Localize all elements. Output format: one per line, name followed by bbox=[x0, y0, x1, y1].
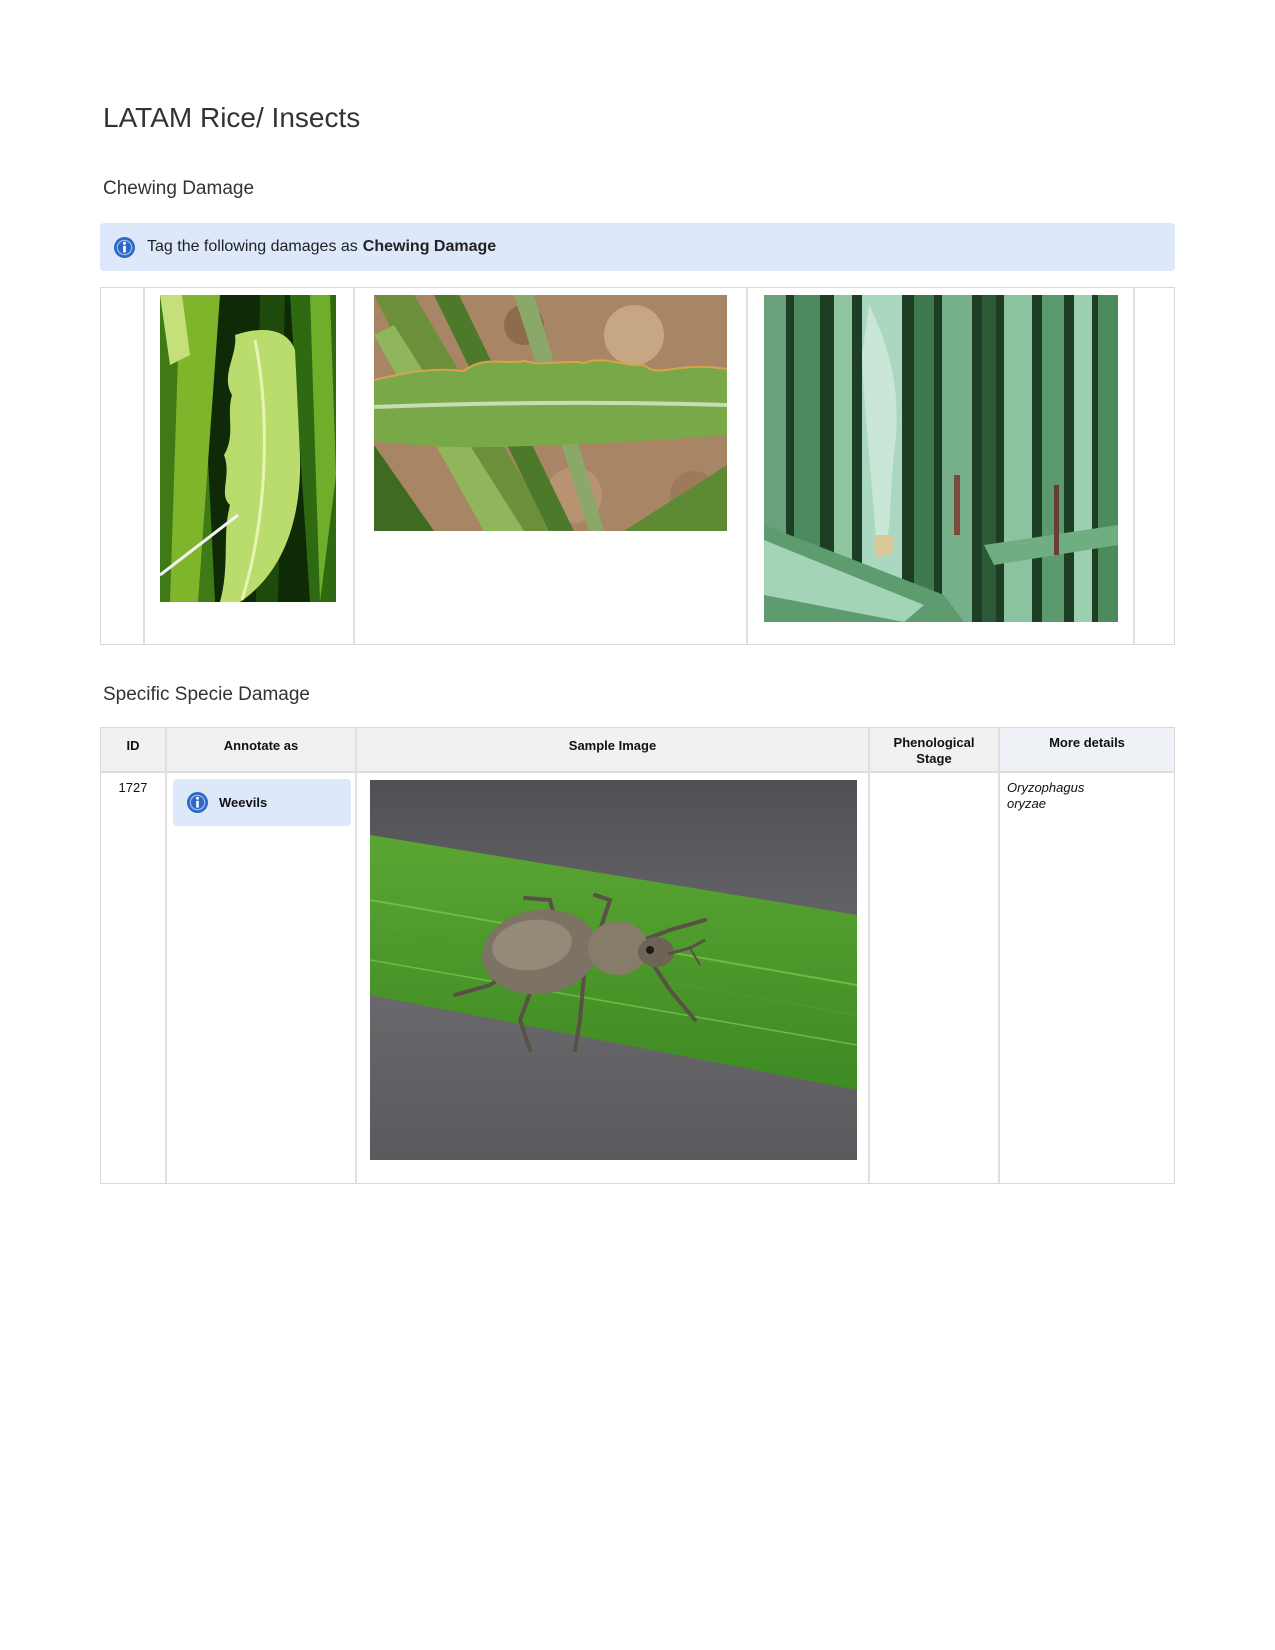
image-cell bbox=[355, 288, 748, 644]
header-id: ID bbox=[101, 728, 167, 771]
table-header-row: ID Annotate as Sample Image Phenological… bbox=[101, 728, 1174, 773]
empty-cell bbox=[101, 288, 145, 644]
chewed-leaf-photo-2 bbox=[374, 295, 727, 531]
info-icon bbox=[114, 236, 135, 258]
empty-cell bbox=[1135, 288, 1174, 644]
header-more-details: More details bbox=[1000, 728, 1174, 771]
header-phen-line1: Phenological bbox=[893, 735, 975, 750]
species-table: ID Annotate as Sample Image Phenological… bbox=[100, 727, 1175, 1184]
header-phenological-stage: Phenological Stage bbox=[870, 728, 1000, 771]
row-phenological-stage bbox=[870, 773, 1000, 1183]
page-title: LATAM Rice/ Insects bbox=[103, 102, 361, 133]
section-title-species: Specific Specie Damage bbox=[103, 684, 310, 705]
row-id: 1727 bbox=[101, 773, 167, 1183]
chewed-stem-photo-3 bbox=[764, 295, 1118, 622]
banner-emphasis: Chewing Damage bbox=[362, 238, 497, 255]
row-sample-image-cell bbox=[357, 773, 870, 1183]
header-annotate-as: Annotate as bbox=[167, 728, 357, 771]
annotate-label: Weevils bbox=[219, 795, 268, 810]
annotate-badge: Weevils bbox=[173, 779, 351, 826]
header-sample-image: Sample Image bbox=[357, 728, 870, 771]
section-title-chewing: Chewing Damage bbox=[103, 178, 255, 199]
weevil-photo bbox=[370, 780, 857, 1160]
image-cell bbox=[145, 288, 355, 644]
details-line1: Oryzophagus bbox=[1007, 780, 1085, 795]
info-banner: Tag the following damages as Chewing Dam… bbox=[100, 223, 1175, 271]
header-phen-line2: Stage bbox=[916, 751, 952, 766]
chewed-leaf-photo-1 bbox=[160, 295, 336, 602]
details-line2: oryzae bbox=[1007, 796, 1047, 811]
info-icon bbox=[187, 792, 208, 813]
chewing-image-table bbox=[100, 287, 1175, 645]
image-cell bbox=[748, 288, 1135, 644]
row-more-details: Oryzophagus oryzae bbox=[1000, 773, 1174, 1183]
table-row: 1727 Weevils Oryzophagus oryzae bbox=[101, 773, 1174, 1183]
row-annotate-cell: Weevils bbox=[167, 773, 357, 1183]
banner-text: Tag the following damages as bbox=[147, 238, 358, 255]
